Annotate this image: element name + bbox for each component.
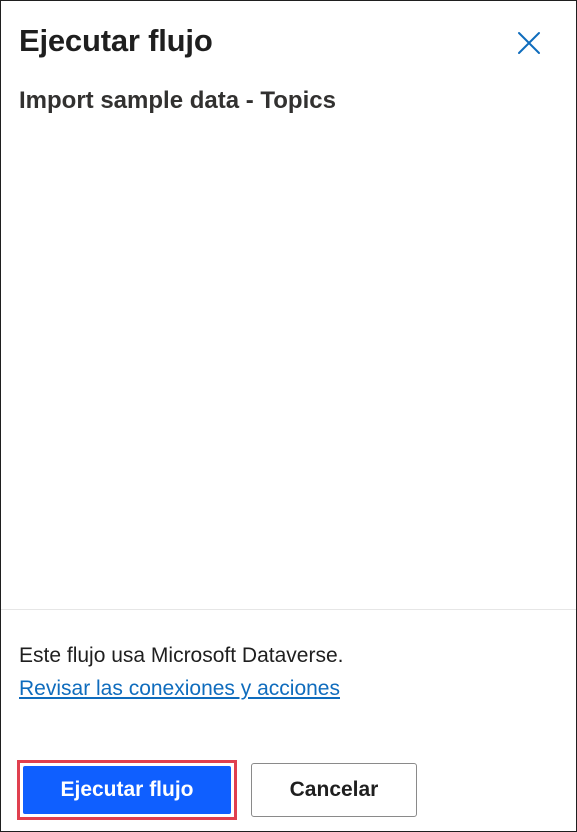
close-button[interactable] bbox=[511, 27, 547, 63]
review-connections-link[interactable]: Revisar las conexiones y acciones bbox=[19, 677, 340, 701]
run-flow-panel: Ejecutar flujo Import sample data - Topi… bbox=[0, 0, 577, 832]
run-flow-button-highlight: Ejecutar flujo bbox=[17, 760, 237, 820]
footer-divider bbox=[1, 609, 576, 610]
run-flow-button[interactable]: Ejecutar flujo bbox=[23, 766, 231, 814]
panel-title: Ejecutar flujo bbox=[19, 23, 213, 58]
flow-name: Import sample data - Topics bbox=[19, 87, 336, 114]
dataverse-info-text: Este flujo usa Microsoft Dataverse. bbox=[19, 644, 344, 667]
cancel-button[interactable]: Cancelar bbox=[251, 763, 417, 817]
close-icon bbox=[517, 31, 541, 60]
